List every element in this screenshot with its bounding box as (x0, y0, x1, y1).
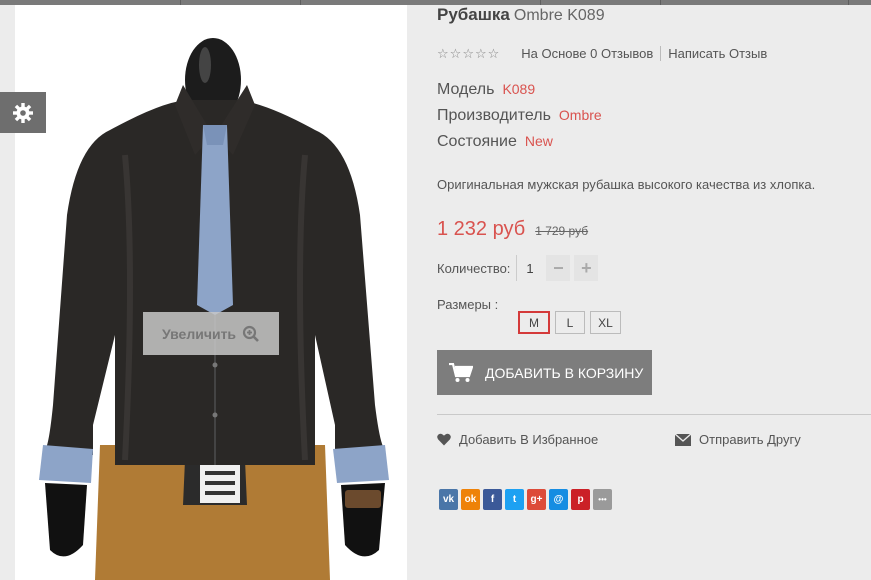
quantity-label: Количество: (437, 260, 511, 276)
product-description: Оригинальная мужская рубашка высокого ка… (437, 177, 816, 192)
zoom-label: Увеличить (161, 325, 237, 342)
size-option-xl[interactable]: XL (590, 311, 621, 334)
star-empty-icon: ☆ (474, 45, 487, 61)
quantity-input[interactable] (516, 255, 543, 281)
reviews-link[interactable]: На Основе 0 Отзывов (521, 46, 653, 61)
size-option-l[interactable]: L (555, 311, 585, 334)
quantity-minus-button[interactable]: − (546, 255, 571, 281)
send-friend-label: Отправить Другу (699, 432, 801, 447)
size-option-m[interactable]: M (518, 311, 550, 334)
rating-stars: ☆ ☆ ☆ ☆ ☆ (437, 47, 499, 60)
wishlist-label: Добавить В Избранное (459, 432, 599, 447)
more-share-icon[interactable]: ••• (593, 489, 612, 510)
facebook-share-icon[interactable]: f (483, 489, 502, 510)
odnoklassniki-share-icon[interactable]: ok (461, 489, 480, 510)
heart-icon (437, 433, 451, 446)
divider (437, 414, 871, 415)
zoom-button[interactable]: Увеличить (143, 312, 279, 355)
share-buttons: vk ok f t g+ @ p ••• (439, 489, 612, 510)
quantity-plus-button[interactable]: + (574, 255, 599, 281)
add-to-cart-label: ДОБАВИТЬ В КОРЗИНУ (485, 364, 644, 381)
spec-condition: Состояние New (437, 133, 553, 151)
star-empty-icon: ☆ (437, 45, 449, 61)
twitter-share-icon[interactable]: t (505, 489, 524, 510)
rating-row: ☆ ☆ ☆ ☆ ☆ На Основе 0 Отзывов Написать О… (437, 44, 767, 62)
add-to-wishlist-link[interactable]: Добавить В Избранное (437, 432, 598, 447)
googleplus-share-icon[interactable]: g+ (527, 489, 546, 510)
spec-label: Состояние (437, 133, 517, 150)
spec-value[interactable]: Ombre (559, 107, 602, 123)
envelope-icon (675, 433, 691, 446)
add-to-cart-button[interactable]: ДОБАВИТЬ В КОРЗИНУ (437, 350, 652, 395)
send-to-friend-link[interactable]: Отправить Другу (675, 432, 801, 447)
star-empty-icon: ☆ (462, 45, 474, 61)
divider (660, 45, 662, 61)
zoom-in-icon (242, 325, 259, 342)
product-info: Рубашка Ombre K089 ☆ ☆ ☆ ☆ ☆ На Основе 0 … (437, 0, 871, 580)
gear-icon (13, 102, 33, 123)
price-new: 1 232 руб (437, 218, 526, 240)
product-title: Рубашка Ombre K089 (437, 5, 605, 25)
price-row: 1 232 руб 1 729 руб (437, 218, 588, 241)
quantity-row: Количество: − + (437, 255, 599, 281)
price-old: 1 729 руб (535, 224, 589, 238)
spec-label: Производитель (437, 107, 551, 124)
pinterest-share-icon[interactable]: p (571, 489, 590, 510)
shirt-illustration (39, 38, 389, 580)
star-empty-icon: ☆ (487, 45, 500, 61)
settings-tab[interactable] (0, 92, 46, 133)
spec-model: Модель K089 (437, 81, 535, 99)
star-empty-icon: ☆ (449, 45, 462, 61)
write-review-link[interactable]: Написать Отзыв (668, 46, 767, 61)
cart-icon (449, 362, 473, 382)
sizes-label: Размеры : (437, 297, 499, 312)
product-title-model: Ombre K089 (513, 7, 605, 24)
mailru-share-icon[interactable]: @ (549, 489, 568, 510)
spec-value: K089 (502, 81, 536, 97)
spec-manufacturer: Производитель Ombre (437, 107, 602, 125)
spec-label: Модель (437, 81, 495, 98)
spec-value: New (524, 133, 553, 149)
size-options: M L XL (518, 311, 621, 334)
product-image[interactable]: Увеличить (15, 5, 407, 580)
product-title-name: Рубашка (437, 5, 510, 24)
vk-share-icon[interactable]: vk (439, 489, 458, 510)
